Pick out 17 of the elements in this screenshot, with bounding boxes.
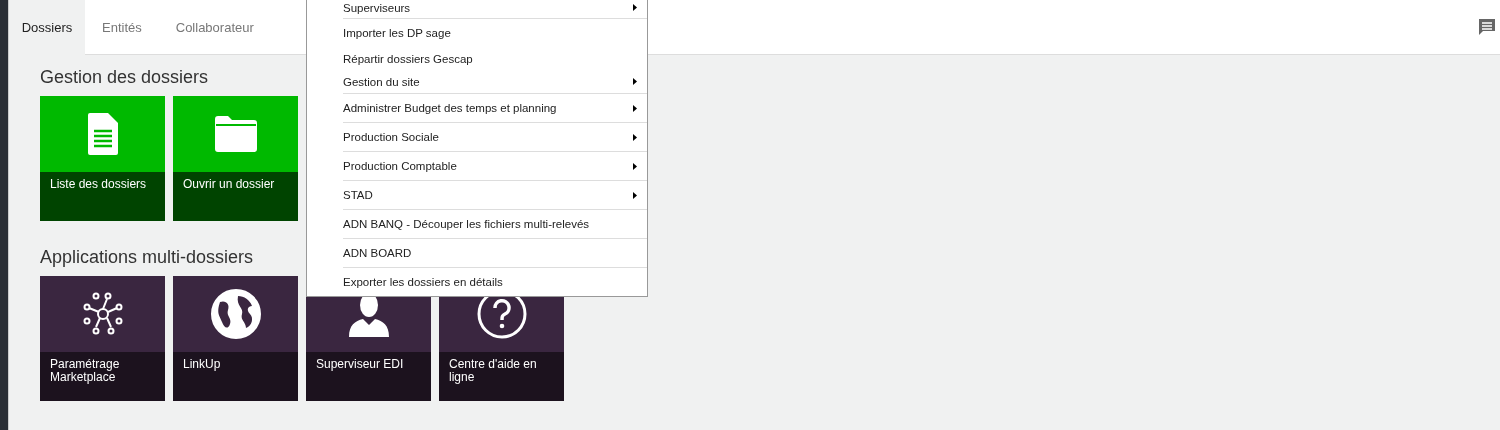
- submenu-arrow-icon: [633, 133, 637, 141]
- section-heading: Gestion des dossiers: [40, 67, 209, 88]
- folder-icon: [214, 116, 257, 152]
- section-heading: Applications multi-dossiers: [40, 247, 254, 268]
- submenu-arrow-icon: [633, 78, 637, 85]
- globe-icon: [209, 288, 262, 340]
- document-icon: [87, 113, 118, 155]
- submenu-arrow-icon: [633, 104, 637, 112]
- chat-icon[interactable]: [1477, 17, 1497, 37]
- app-tile[interactable]: Liste des dossiers: [40, 96, 165, 221]
- app-tile[interactable]: Paramétrage Marketplace: [40, 276, 165, 401]
- app-tile[interactable]: Ouvrir un dossier: [173, 96, 298, 221]
- app-tile[interactable]: LinkUp: [173, 276, 298, 401]
- submenu-arrow-icon: [633, 191, 637, 199]
- submenu-arrow-icon: [633, 162, 637, 170]
- tab[interactable]: Dossiers: [9, 0, 85, 55]
- submenu-arrow-icon: [633, 4, 637, 11]
